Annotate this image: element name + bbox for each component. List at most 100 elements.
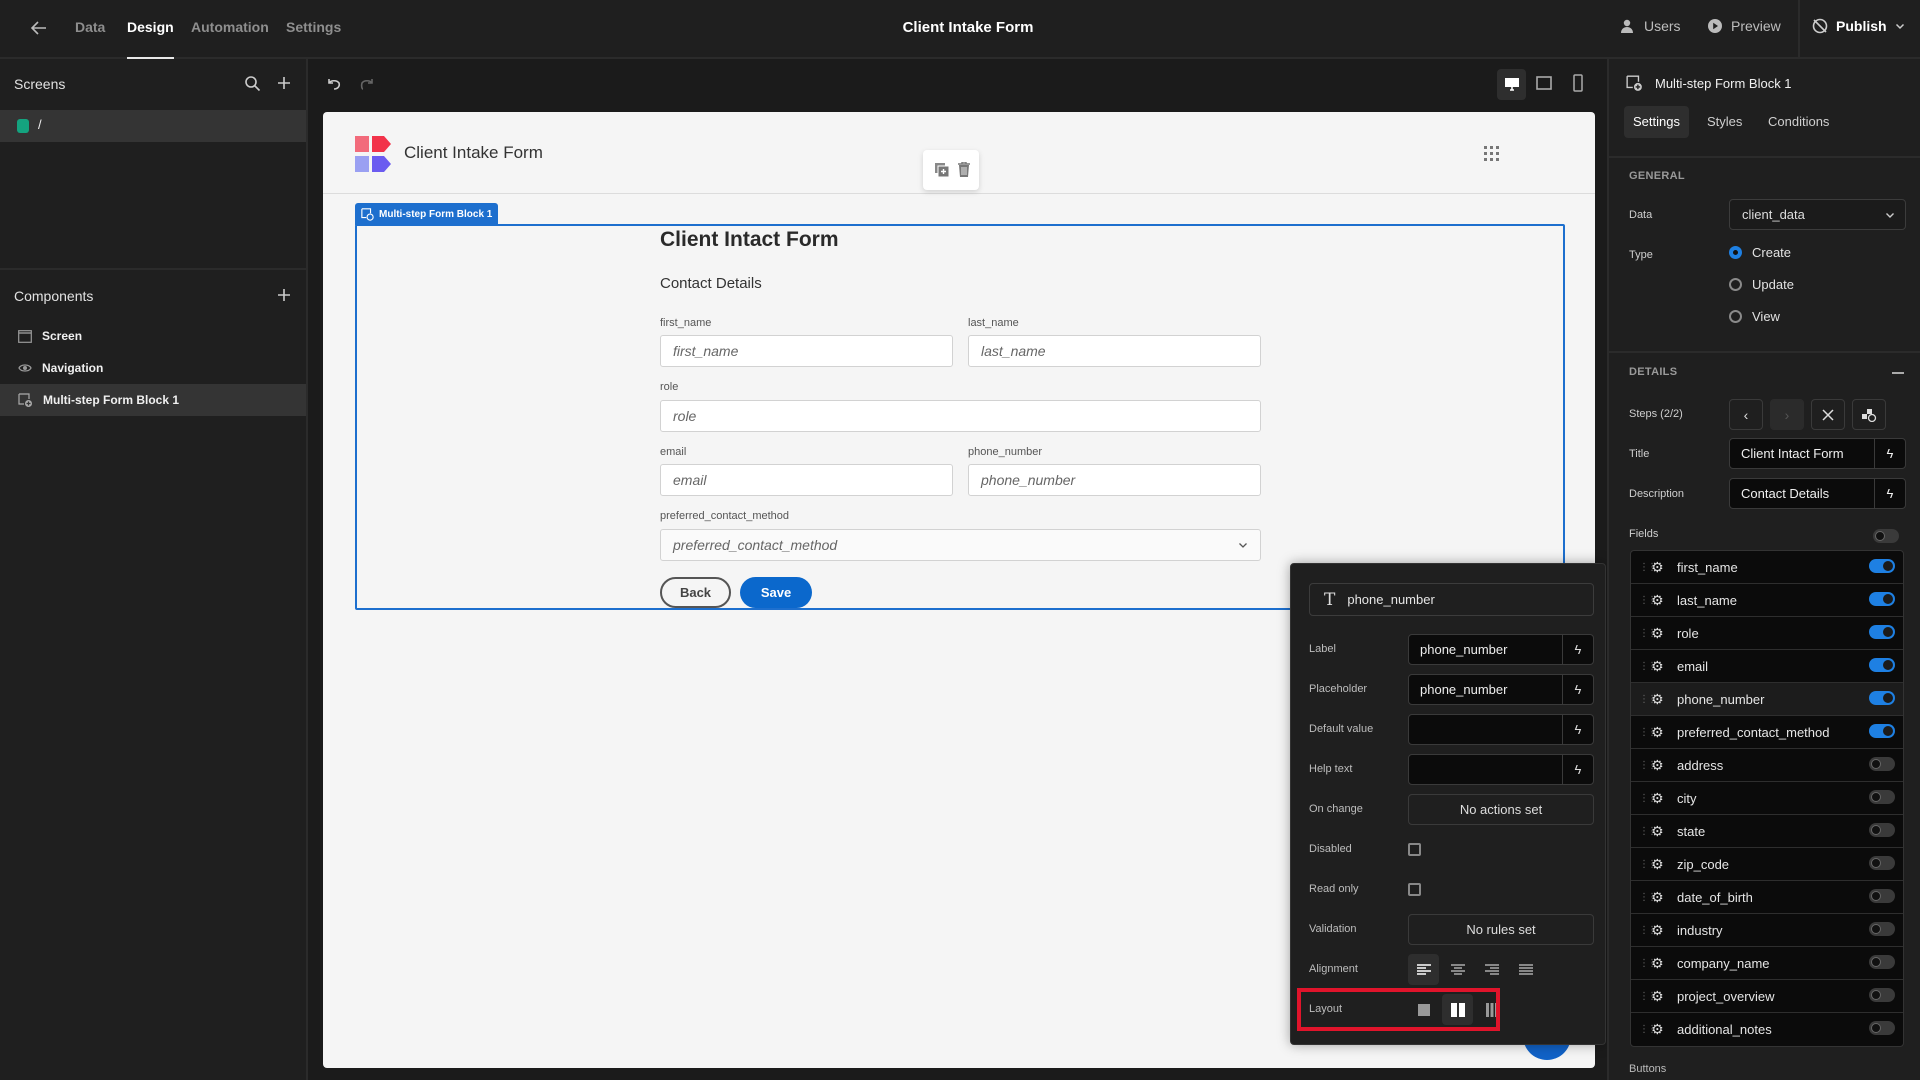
field-visibility-toggle[interactable] [1869, 856, 1895, 870]
field-row[interactable]: ⋮⋮ ⚙ preferred_contact_method [1631, 716, 1903, 749]
field-visibility-toggle[interactable] [1869, 691, 1895, 705]
field-row[interactable]: ⋮⋮ ⚙ industry [1631, 914, 1903, 947]
field-visibility-toggle[interactable] [1869, 988, 1895, 1002]
gear-icon[interactable]: ⚙ [1651, 889, 1677, 906]
redo-icon[interactable] [358, 75, 376, 93]
read-only-checkbox[interactable] [1408, 883, 1421, 896]
field-row[interactable]: ⋮⋮ ⚙ additional_notes [1631, 1013, 1903, 1046]
drag-handle-icon[interactable]: ⋮⋮ [1631, 628, 1657, 639]
screen-item[interactable]: / [0, 110, 306, 142]
search-icon[interactable] [244, 75, 261, 92]
gear-icon[interactable]: ⚙ [1651, 658, 1677, 675]
remove-step-button[interactable] [1811, 399, 1845, 430]
drag-handle-icon[interactable]: ⋮⋮ [1631, 595, 1657, 606]
gear-icon[interactable]: ⚙ [1651, 724, 1677, 741]
drag-handle-icon[interactable]: ⋮⋮ [1631, 1024, 1657, 1035]
users-button[interactable]: Users [1620, 18, 1681, 34]
disabled-checkbox[interactable] [1408, 843, 1421, 856]
placeholder-input[interactable]: phone_number ϟ [1408, 674, 1594, 705]
align-justify-icon[interactable] [1510, 954, 1541, 985]
validation-rules-button[interactable]: No rules set [1408, 914, 1594, 945]
align-left-icon[interactable] [1408, 954, 1439, 985]
gear-icon[interactable]: ⚙ [1651, 559, 1677, 576]
gear-icon[interactable]: ⚙ [1651, 955, 1677, 972]
last-name-input[interactable]: last_name [968, 335, 1261, 367]
tab-settings[interactable]: Settings [1624, 106, 1689, 138]
binding-bolt-icon[interactable]: ϟ [1562, 635, 1593, 664]
phone-number-input[interactable]: phone_number [968, 464, 1261, 496]
drag-handle-icon[interactable]: ⋮⋮ [1631, 826, 1657, 837]
fields-master-toggle[interactable] [1873, 529, 1899, 543]
tablet-view-icon[interactable] [1536, 76, 1552, 90]
preview-button[interactable]: Preview [1707, 18, 1781, 34]
next-step-button[interactable]: › [1770, 399, 1804, 430]
field-row[interactable]: ⋮⋮ ⚙ first_name [1631, 551, 1903, 584]
field-visibility-toggle[interactable] [1869, 757, 1895, 771]
tab-conditions[interactable]: Conditions [1759, 106, 1838, 138]
drag-handle-icon[interactable]: ⋮⋮ [1631, 760, 1657, 771]
field-visibility-toggle[interactable] [1869, 889, 1895, 903]
field-visibility-toggle[interactable] [1869, 823, 1895, 837]
field-row[interactable]: ⋮⋮ ⚙ email [1631, 650, 1903, 683]
app-menu-grid-icon[interactable] [1484, 146, 1500, 162]
gear-icon[interactable]: ⚙ [1651, 757, 1677, 774]
add-screen-icon[interactable] [276, 75, 292, 91]
gear-icon[interactable]: ⚙ [1651, 592, 1677, 609]
add-step-icon[interactable] [1852, 399, 1886, 430]
align-right-icon[interactable] [1476, 954, 1507, 985]
drag-handle-icon[interactable]: ⋮⋮ [1631, 793, 1657, 804]
title-input[interactable]: Client Intact Form ϟ [1729, 438, 1906, 469]
drag-handle-icon[interactable]: ⋮⋮ [1631, 958, 1657, 969]
preferred-contact-method-select[interactable]: preferred_contact_method [660, 529, 1261, 561]
data-source-select[interactable]: client_data [1729, 199, 1906, 230]
field-row[interactable]: ⋮⋮ ⚙ project_overview [1631, 980, 1903, 1013]
gear-icon[interactable]: ⚙ [1651, 922, 1677, 939]
first-name-input[interactable]: first_name [660, 335, 953, 367]
drag-handle-icon[interactable]: ⋮⋮ [1631, 727, 1657, 738]
default-value-input[interactable]: ϟ [1408, 714, 1594, 745]
gear-icon[interactable]: ⚙ [1651, 823, 1677, 840]
align-center-icon[interactable] [1442, 954, 1473, 985]
type-radio-view[interactable]: View [1729, 309, 1780, 324]
drag-handle-icon[interactable]: ⋮⋮ [1631, 694, 1657, 705]
collapse-icon[interactable] [1892, 372, 1904, 374]
field-visibility-toggle[interactable] [1869, 559, 1895, 573]
binding-bolt-icon[interactable]: ϟ [1562, 715, 1593, 744]
duplicate-icon[interactable] [935, 163, 949, 177]
email-input[interactable]: email [660, 464, 953, 496]
component-item-screen[interactable]: Screen [0, 320, 306, 352]
drag-handle-icon[interactable]: ⋮⋮ [1631, 892, 1657, 903]
component-item-navigation[interactable]: Navigation [0, 352, 306, 384]
field-visibility-toggle[interactable] [1869, 592, 1895, 606]
binding-bolt-icon[interactable]: ϟ [1874, 479, 1905, 508]
gear-icon[interactable]: ⚙ [1651, 1021, 1677, 1038]
previous-step-button[interactable]: ‹ [1729, 399, 1763, 430]
gear-icon[interactable]: ⚙ [1651, 691, 1677, 708]
field-row[interactable]: ⋮⋮ ⚙ city [1631, 782, 1903, 815]
field-row[interactable]: ⋮⋮ ⚙ role [1631, 617, 1903, 650]
field-visibility-toggle[interactable] [1869, 724, 1895, 738]
label-input[interactable]: phone_number ϟ [1408, 634, 1594, 665]
back-button[interactable]: Back [660, 577, 731, 608]
role-input[interactable]: role [660, 400, 1261, 432]
type-radio-create[interactable]: Create [1729, 245, 1791, 260]
field-visibility-toggle[interactable] [1869, 625, 1895, 639]
field-row[interactable]: ⋮⋮ ⚙ date_of_birth [1631, 881, 1903, 914]
binding-bolt-icon[interactable]: ϟ [1562, 755, 1593, 784]
field-row[interactable]: ⋮⋮ ⚙ phone_number [1631, 683, 1903, 716]
drag-handle-icon[interactable]: ⋮⋮ [1631, 859, 1657, 870]
drag-handle-icon[interactable]: ⋮⋮ [1631, 562, 1657, 573]
field-visibility-toggle[interactable] [1869, 658, 1895, 672]
tab-styles[interactable]: Styles [1698, 106, 1751, 138]
desktop-view-icon[interactable] [1497, 69, 1526, 100]
field-visibility-toggle[interactable] [1869, 790, 1895, 804]
field-row[interactable]: ⋮⋮ ⚙ company_name [1631, 947, 1903, 980]
type-radio-update[interactable]: Update [1729, 277, 1794, 292]
drag-handle-icon[interactable]: ⋮⋮ [1631, 661, 1657, 672]
binding-bolt-icon[interactable]: ϟ [1562, 675, 1593, 704]
binding-bolt-icon[interactable]: ϟ [1874, 439, 1905, 468]
gear-icon[interactable]: ⚙ [1651, 625, 1677, 642]
help-text-input[interactable]: ϟ [1408, 754, 1594, 785]
field-visibility-toggle[interactable] [1869, 922, 1895, 936]
field-row[interactable]: ⋮⋮ ⚙ address [1631, 749, 1903, 782]
